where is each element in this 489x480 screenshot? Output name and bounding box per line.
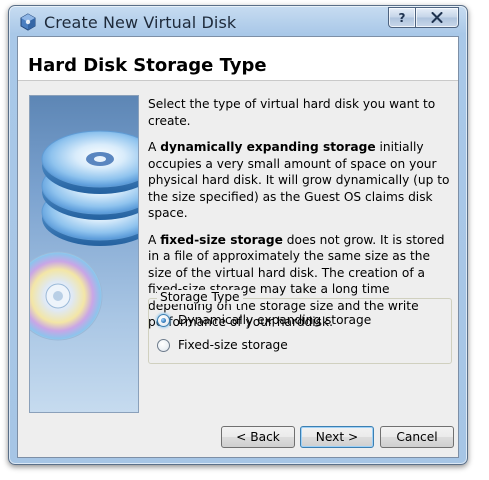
radio-dynamic-label[interactable]: Dynamically expanding storage [178,313,371,327]
cancel-button[interactable]: Cancel [380,426,454,448]
next-button[interactable]: Next > [300,426,374,448]
radio-fixed-indicator[interactable] [157,338,170,352]
storage-type-legend: Storage Type [157,290,243,304]
fixed-prefix: A [148,232,161,247]
radio-fixed-storage[interactable]: Fixed-size storage [157,336,288,354]
virtualbox-icon [19,13,37,31]
close-icon [431,12,443,23]
intro-text: Select the type of virtual hard disk you… [148,97,436,128]
radio-dynamic-indicator[interactable] [157,313,170,327]
hard-disks-image [29,95,139,413]
dynamic-term: dynamically expanding storage [160,140,376,154]
help-icon: ? [398,10,406,25]
dialog-body: Hard Disk Storage Type Select the type o… [17,36,459,458]
radio-fixed-label[interactable]: Fixed-size storage [178,338,288,352]
window-title: Create New Virtual Disk [44,13,237,32]
back-button[interactable]: < Back [221,426,295,448]
caption-buttons: ? [388,7,459,28]
page-title: Hard Disk Storage Type [28,55,267,76]
dialog-window: Create New Virtual Disk ? Hard Disk Stor… [8,5,468,465]
wizard-header: Hard Disk Storage Type [18,37,458,81]
fixed-term: fixed-size storage [160,232,283,247]
help-button[interactable]: ? [388,7,416,28]
dynamic-prefix: A [148,140,161,154]
close-button[interactable] [416,7,459,28]
title-bar[interactable]: Create New Virtual Disk ? [9,6,467,36]
storage-type-group: Storage Type Dynamically expanding stora… [148,290,452,364]
radio-dynamic-storage[interactable]: Dynamically expanding storage [157,311,371,329]
dynamic-description: A dynamically expanding storage initiall… [148,139,454,222]
